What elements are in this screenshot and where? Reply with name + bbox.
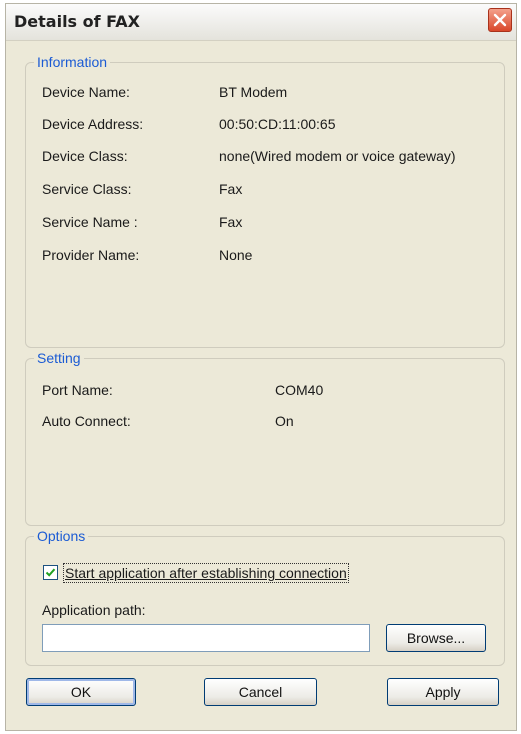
- information-legend: Information: [37, 54, 108, 70]
- apply-button[interactable]: Apply: [387, 678, 499, 706]
- setting-group: Setting: [25, 350, 505, 526]
- device-address-value: 00:50:CD:11:00:65: [219, 116, 336, 132]
- device-class-label: Device Class:: [42, 148, 128, 164]
- device-class-value: none(Wired modem or voice gateway): [219, 148, 456, 164]
- setting-legend: Setting: [37, 350, 81, 366]
- device-name-label: Device Name:: [42, 84, 130, 100]
- browse-button[interactable]: Browse...: [386, 624, 486, 652]
- port-name-label: Port Name:: [42, 382, 113, 398]
- checkmark-icon: [45, 568, 56, 577]
- auto-connect-label: Auto Connect:: [42, 413, 131, 429]
- service-name-label: Service Name :: [42, 214, 138, 230]
- application-path-label: Application path:: [42, 602, 146, 618]
- device-address-label: Device Address:: [42, 116, 144, 132]
- ok-button[interactable]: OK: [26, 678, 136, 706]
- start-application-checkbox[interactable]: [43, 565, 58, 580]
- service-class-label: Service Class:: [42, 181, 132, 197]
- application-path-input[interactable]: [42, 624, 370, 652]
- cancel-button[interactable]: Cancel: [204, 678, 317, 706]
- provider-name-label: Provider Name:: [42, 247, 140, 263]
- dialog-window: Details of FAX Information Device Name: …: [5, 3, 517, 731]
- device-name-value: BT Modem: [219, 84, 288, 100]
- window-title: Details of FAX: [14, 12, 140, 31]
- close-button[interactable]: [488, 8, 512, 32]
- start-application-label[interactable]: Start application after establishing con…: [63, 563, 349, 583]
- options-legend: Options: [37, 528, 86, 544]
- service-name-value: Fax: [219, 214, 243, 230]
- close-icon: [493, 13, 507, 27]
- service-class-value: Fax: [219, 181, 243, 197]
- auto-connect-value: On: [275, 413, 294, 429]
- port-name-value: COM40: [275, 382, 324, 398]
- title-bar: Details of FAX: [6, 4, 516, 41]
- provider-name-value: None: [219, 247, 253, 263]
